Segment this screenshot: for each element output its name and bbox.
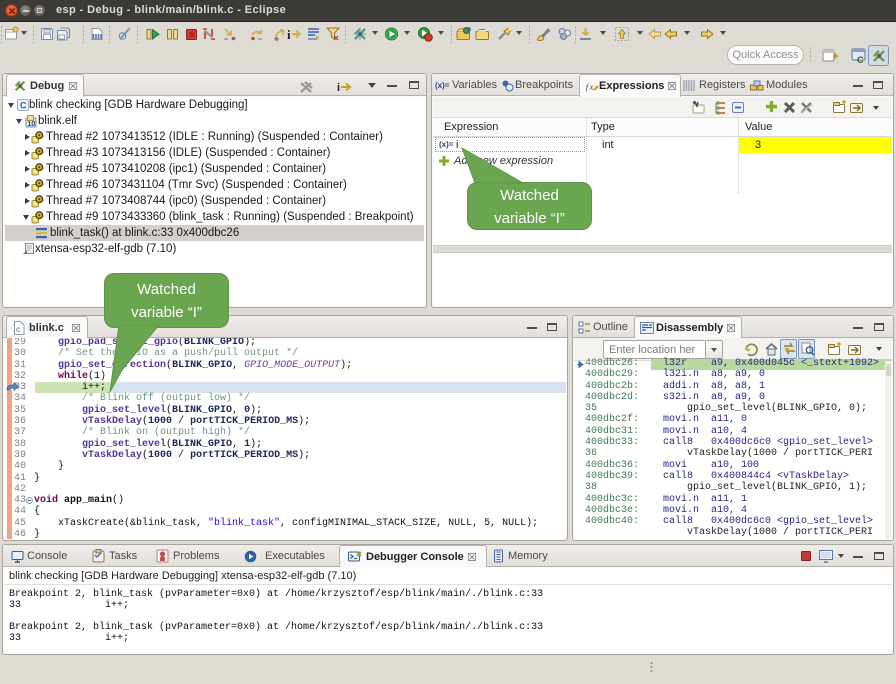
svg-text:c: c: [16, 325, 20, 334]
svg-text:ƒx: ƒx: [585, 82, 594, 92]
svg-text:10: 10: [28, 121, 36, 128]
svg-text:C: C: [857, 55, 864, 64]
svg-text:C: C: [20, 101, 27, 111]
svg-text:i: i: [287, 27, 291, 42]
svg-text:i: i: [337, 82, 340, 94]
